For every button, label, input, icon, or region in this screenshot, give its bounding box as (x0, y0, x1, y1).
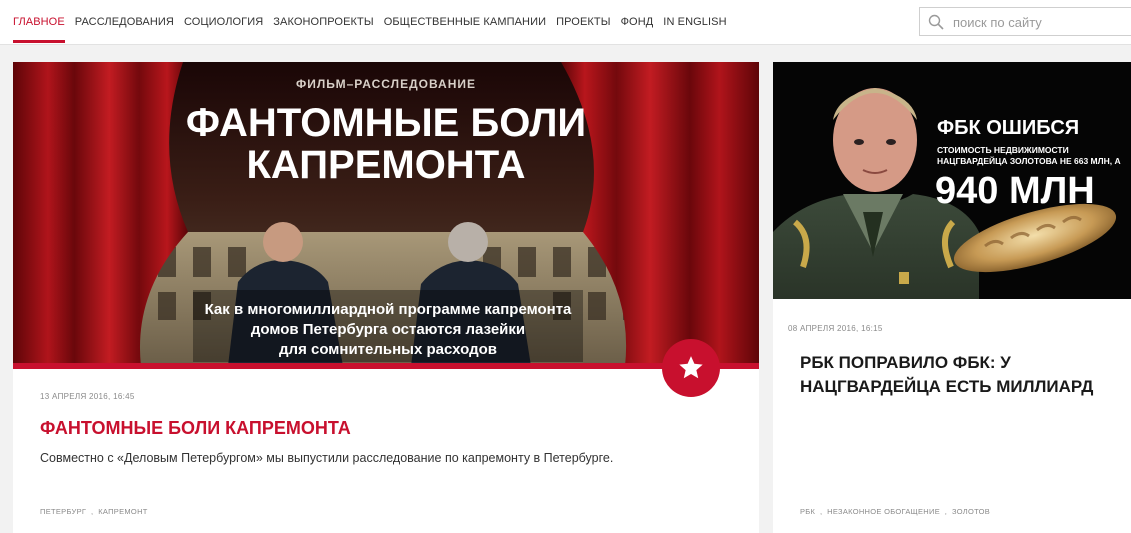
search-input[interactable] (951, 10, 1130, 35)
nav-item-projects[interactable]: ПРОЕКТЫ (556, 0, 610, 44)
side-illustration: ФБК ОШИБСЯ СТОИМОСТЬ НЕДВИЖИМОСТИ НАЦГВА… (773, 62, 1131, 299)
hero-caption-line2: домов Петербурга остаются лазейки (251, 321, 525, 338)
hero-illustration: ФИЛЬМ–РАССЛЕДОВАНИЕ ФАНТОМНЫЕ БОЛИ КАПРЕ… (13, 62, 759, 366)
nav-item-main[interactable]: ГЛАВНОЕ (13, 0, 65, 44)
hero-title-line2: КАПРЕМОНТА (246, 143, 525, 187)
hero-accent-strip (13, 363, 759, 369)
hero-caption-line1: Как в многомиллиардной программе капремо… (205, 301, 572, 318)
star-icon (679, 356, 703, 379)
side-article-image[interactable]: ФБК ОШИБСЯ СТОИМОСТЬ НЕДВИЖИМОСТИ НАЦГВА… (773, 62, 1131, 299)
nav-item-sociology[interactable]: СОЦИОЛОГИЯ (184, 0, 263, 44)
tag-link[interactable]: НЕЗАКОННОЕ ОБОГАЩЕНИЕ (827, 507, 940, 516)
tag-link[interactable]: РБК (800, 507, 815, 516)
main-article-image[interactable]: ФИЛЬМ–РАССЛЕДОВАНИЕ ФАНТОМНЫЕ БОЛИ КАПРЕ… (13, 62, 759, 366)
side-image-sub-line2: НАЦГВАРДЕЙЦА ЗОЛОТОВА НЕ 663 МЛН, А (937, 155, 1121, 166)
side-image-sub-line1: СТОИМОСТЬ НЕДВИЖИМОСТИ (937, 145, 1069, 155)
side-image-title: ФБК ОШИБСЯ (937, 117, 1079, 139)
search-icon[interactable] (928, 14, 944, 30)
search-box (919, 7, 1131, 36)
nav-item-english[interactable]: IN ENGLISH (663, 0, 726, 44)
article-date: 13 АПРЕЛЯ 2016, 16:45 (40, 392, 135, 401)
featured-badge[interactable] (662, 339, 720, 397)
hero-caption-line3: для сомнительных расходов (279, 341, 497, 358)
article-title[interactable]: РБК ПОПРАВИЛО ФБК: У НАЦГВАРДЕЙЦА ЕСТЬ М… (800, 351, 1120, 399)
tag-link[interactable]: ПЕТЕРБУРГ (40, 507, 86, 516)
main-article-card: ФИЛЬМ–РАССЛЕДОВАНИЕ ФАНТОМНЫЕ БОЛИ КАПРЕ… (13, 62, 759, 533)
nav-item-bills[interactable]: ЗАКОНОПРОЕКТЫ (273, 0, 373, 44)
tag-link[interactable]: ЗОЛОТОВ (952, 507, 990, 516)
nav-item-campaigns[interactable]: ОБЩЕСТВЕННЫЕ КАМПАНИИ (384, 0, 546, 44)
nav-item-fund[interactable]: ФОНД (621, 0, 654, 44)
article-tags: ПЕТЕРБУРГ , КАПРЕМОНТ (40, 507, 148, 516)
article-lede: Совместно с «Деловым Петербургом» мы вып… (40, 451, 614, 465)
site-header: ГЛАВНОЕ РАССЛЕДОВАНИЯ СОЦИОЛОГИЯ ЗАКОНОП… (0, 0, 1131, 45)
tag-link[interactable]: КАПРЕМОНТ (98, 507, 147, 516)
article-date: 08 АПРЕЛЯ 2016, 16:15 (788, 324, 883, 333)
tag-separator: , (942, 507, 950, 516)
hero-title-line1: ФАНТОМНЫЕ БОЛИ (186, 101, 586, 145)
article-tags: РБК , НЕЗАКОННОЕ ОБОГАЩЕНИЕ , ЗОЛОТОВ (800, 507, 990, 516)
tag-separator: , (817, 507, 825, 516)
side-article-card: ФБК ОШИБСЯ СТОИМОСТЬ НЕДВИЖИМОСТИ НАЦГВА… (773, 62, 1131, 533)
article-title[interactable]: ФАНТОМНЫЕ БОЛИ КАПРЕМОНТА (40, 418, 351, 439)
main-nav: ГЛАВНОЕ РАССЛЕДОВАНИЯ СОЦИОЛОГИЯ ЗАКОНОП… (13, 0, 737, 44)
tag-separator: , (88, 507, 96, 516)
side-image-amount: 940 МЛН (935, 170, 1095, 212)
hero-kicker: ФИЛЬМ–РАССЛЕДОВАНИЕ (296, 77, 476, 91)
nav-item-investigations[interactable]: РАССЛЕДОВАНИЯ (75, 0, 174, 44)
